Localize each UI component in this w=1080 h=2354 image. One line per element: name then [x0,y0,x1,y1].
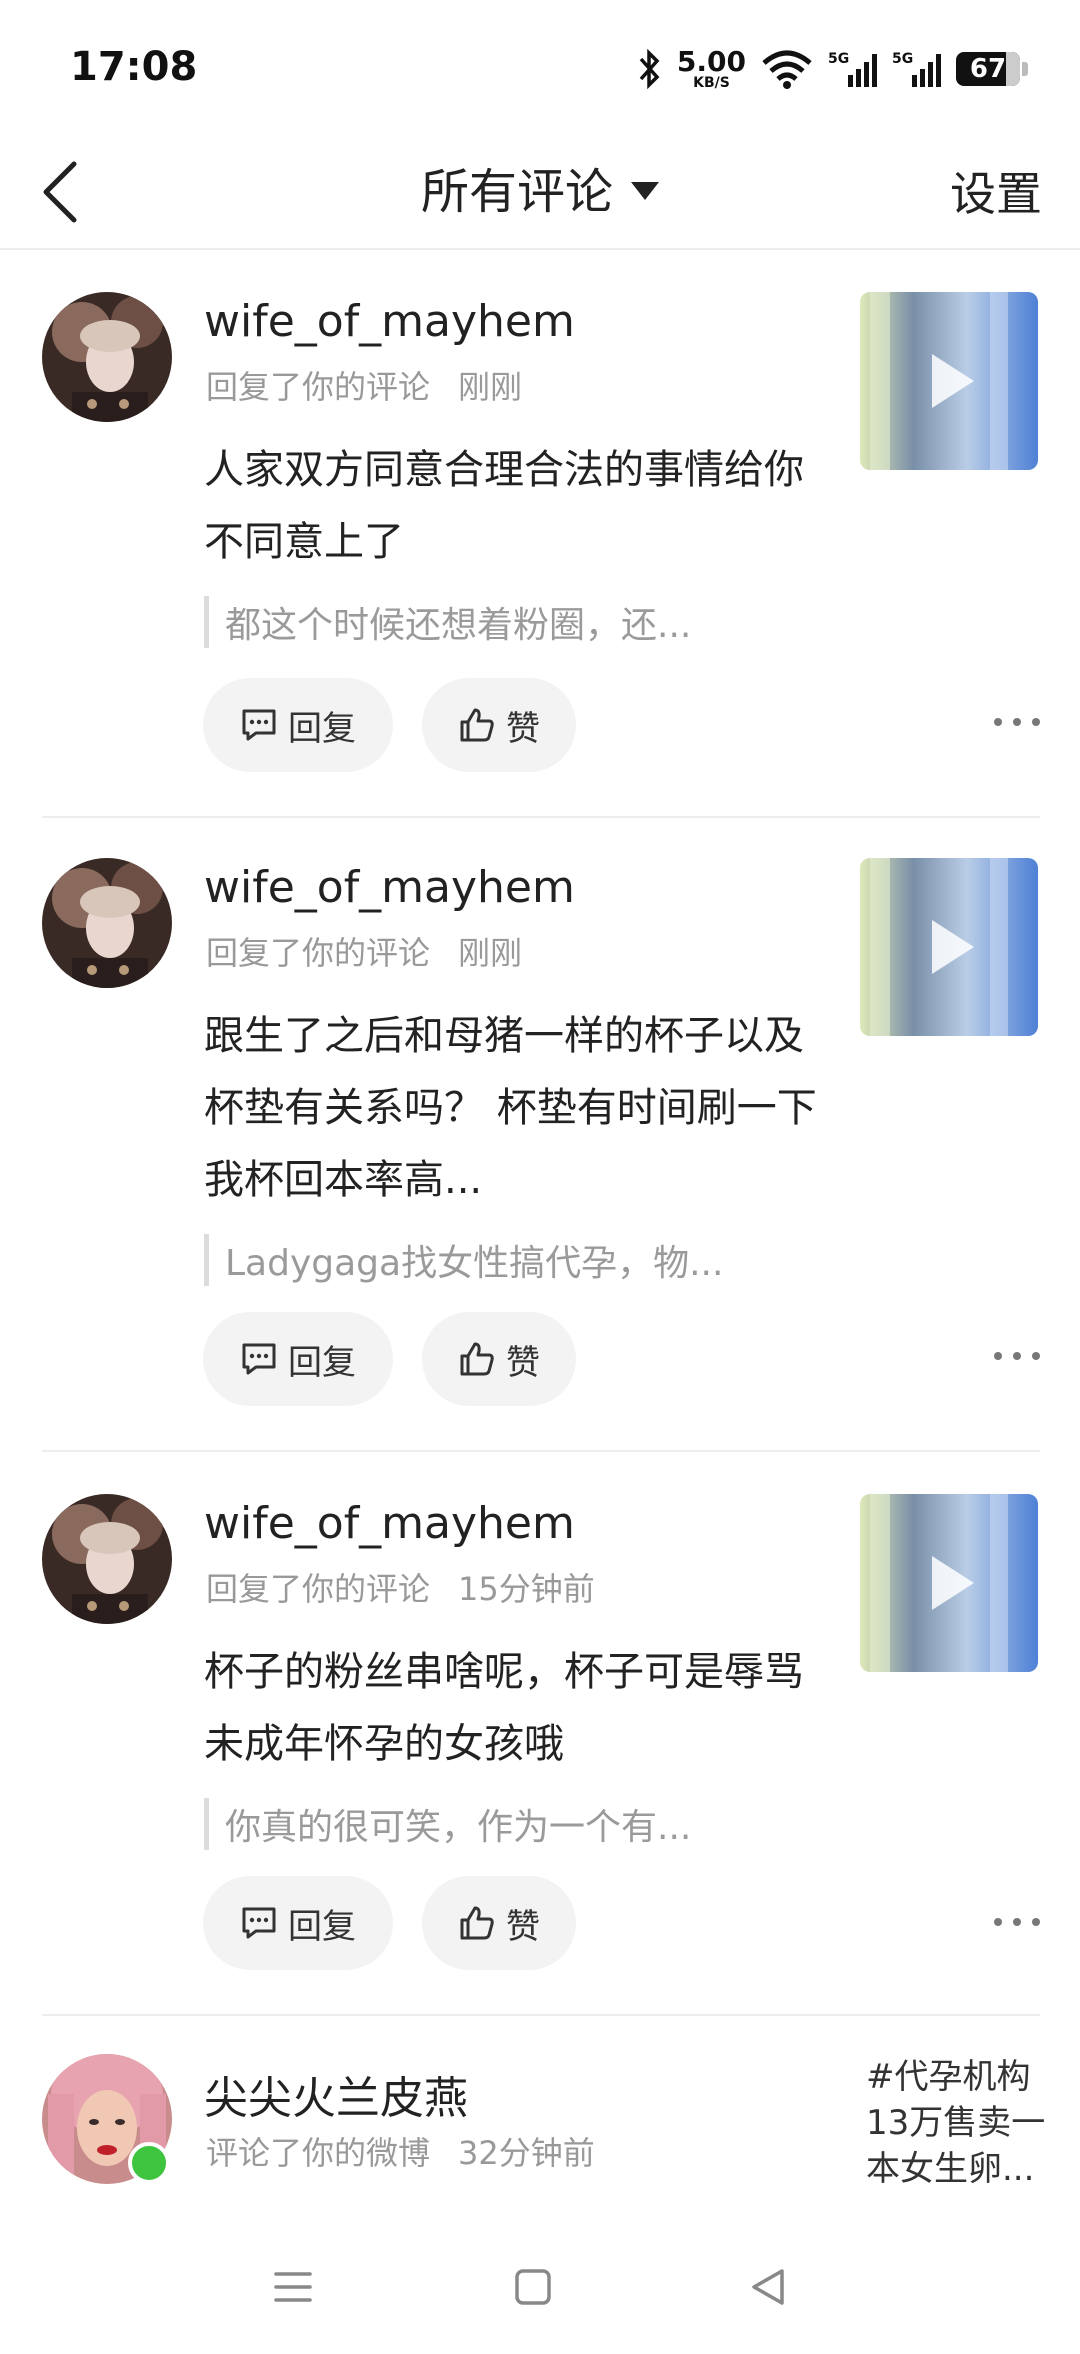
menu-icon[interactable] [268,2262,318,2312]
username[interactable]: 尖尖火兰皮燕 [204,2062,468,2126]
signal-label-1: 5G [828,51,849,67]
reply-label: 回复 [288,1342,356,1383]
like-button[interactable]: 赞 [422,678,576,772]
weibo-topic[interactable]: #代孕机构13万售卖一本女生卵... [866,2054,1056,2192]
cellular-signal-icon-2: 5G [892,49,942,89]
caret-down-icon [631,182,659,200]
battery-level: 67 [969,54,1007,84]
avatar[interactable] [42,858,172,988]
action-text: 回复了你的评论 [206,934,431,972]
network-speed-unit: KB/S [693,75,730,91]
timestamp: 刚刚 [458,934,523,972]
notification-meta: 回复了你的评论 刚刚 [206,928,522,974]
like-button[interactable]: 赞 [422,1876,576,1970]
reply-label: 回复 [288,1906,356,1947]
notification-item[interactable]: 尖尖火兰皮燕 评论了你的微博 32分钟前 #代孕机构13万售卖一本女生卵... [0,2016,1080,2222]
status-bar: 17:08 5.00 KB/S 5G 5G 67 [0,0,1080,130]
quoted-comment[interactable]: 都这个时候还想着粉圈，还... [204,596,691,648]
network-speed-value: 5.00 [676,45,746,78]
comment-content[interactable]: 跟生了之后和母猪一样的杯子以及杯垫有关系吗？ 杯垫有时间刷一下我杯回本率高... [204,1000,824,1216]
notification-item[interactable]: wife_of_mayhem 回复了你的评论 刚刚 跟生了之后和母猪一样的杯子以及… [0,816,1080,1452]
comment-content[interactable]: 杯子的粉丝串啥呢，杯子可是辱骂未成年怀孕的女孩哦 [204,1636,824,1780]
comment-content[interactable]: 人家双方同意合理合法的事情给你不同意上了 [204,434,824,578]
avatar[interactable] [42,292,172,422]
more-options-icon[interactable] [994,1912,1040,1932]
reply-button[interactable]: 回复 [203,1876,393,1970]
battery-icon: 67 [956,52,1028,86]
post-thumbnail[interactable] [860,292,1038,470]
notification-item[interactable]: wife_of_mayhem 回复了你的评论 15分钟前 杯子的粉丝串啥呢，杯子可… [0,1452,1080,2020]
username[interactable]: wife_of_mayhem [204,296,575,347]
comment-icon [242,709,276,741]
action-text: 评论了你的微博 [206,2134,431,2172]
notification-meta: 评论了你的微博 32分钟前 [206,2128,595,2174]
filter-dropdown[interactable]: 所有评论 [0,152,1080,222]
timestamp: 32分钟前 [458,2134,595,2172]
page-title: 所有评论 [420,164,613,220]
quoted-comment[interactable]: 你真的很可笑，作为一个有... [204,1798,691,1850]
thumbs-up-icon [460,1342,494,1376]
network-speed: 5.00 KB/S [676,45,746,91]
post-thumbnail[interactable] [860,1494,1038,1672]
username[interactable]: wife_of_mayhem [204,1498,575,1549]
thumbs-up-icon [460,1906,494,1940]
more-options-icon[interactable] [994,1346,1040,1366]
avatar[interactable] [42,1494,172,1624]
comment-icon [242,1907,276,1939]
post-thumbnail[interactable] [860,858,1038,1036]
reply-button[interactable]: 回复 [203,1312,393,1406]
notification-meta: 回复了你的评论 刚刚 [206,362,522,408]
settings-button[interactable]: 设置 [950,158,1042,224]
home-square-icon[interactable] [508,2262,558,2312]
bluetooth-icon [637,49,663,89]
timestamp: 刚刚 [458,368,523,406]
thumbs-up-icon [460,708,494,742]
like-button[interactable]: 赞 [422,1312,576,1406]
signal-label-2: 5G [892,51,913,67]
like-label: 赞 [506,1342,540,1383]
status-time: 17:08 [70,44,198,90]
notification-meta: 回复了你的评论 15分钟前 [206,1564,595,1610]
system-navigation-bar [0,2222,1080,2354]
username[interactable]: wife_of_mayhem [204,862,575,913]
comment-icon [242,1343,276,1375]
top-app-bar: 所有评论 设置 [0,130,1080,250]
more-options-icon[interactable] [994,712,1040,732]
wifi-icon [760,49,814,89]
quoted-comment[interactable]: Ladygaga找女性搞代孕，物... [204,1234,723,1286]
like-label: 赞 [506,1906,540,1947]
like-label: 赞 [506,708,540,749]
action-text: 回复了你的评论 [206,1570,431,1608]
back-triangle-icon[interactable] [744,2262,794,2312]
status-icons: 5.00 KB/S 5G 5G 67 [637,44,1028,94]
reply-label: 回复 [288,708,356,749]
notification-item[interactable]: wife_of_mayhem 回复了你的评论 刚刚 人家双方同意合理合法的事情给你… [0,250,1080,818]
online-status-indicator [128,2142,170,2184]
timestamp: 15分钟前 [458,1570,595,1608]
cellular-signal-icon: 5G [828,49,878,89]
reply-button[interactable]: 回复 [203,678,393,772]
action-text: 回复了你的评论 [206,368,431,406]
